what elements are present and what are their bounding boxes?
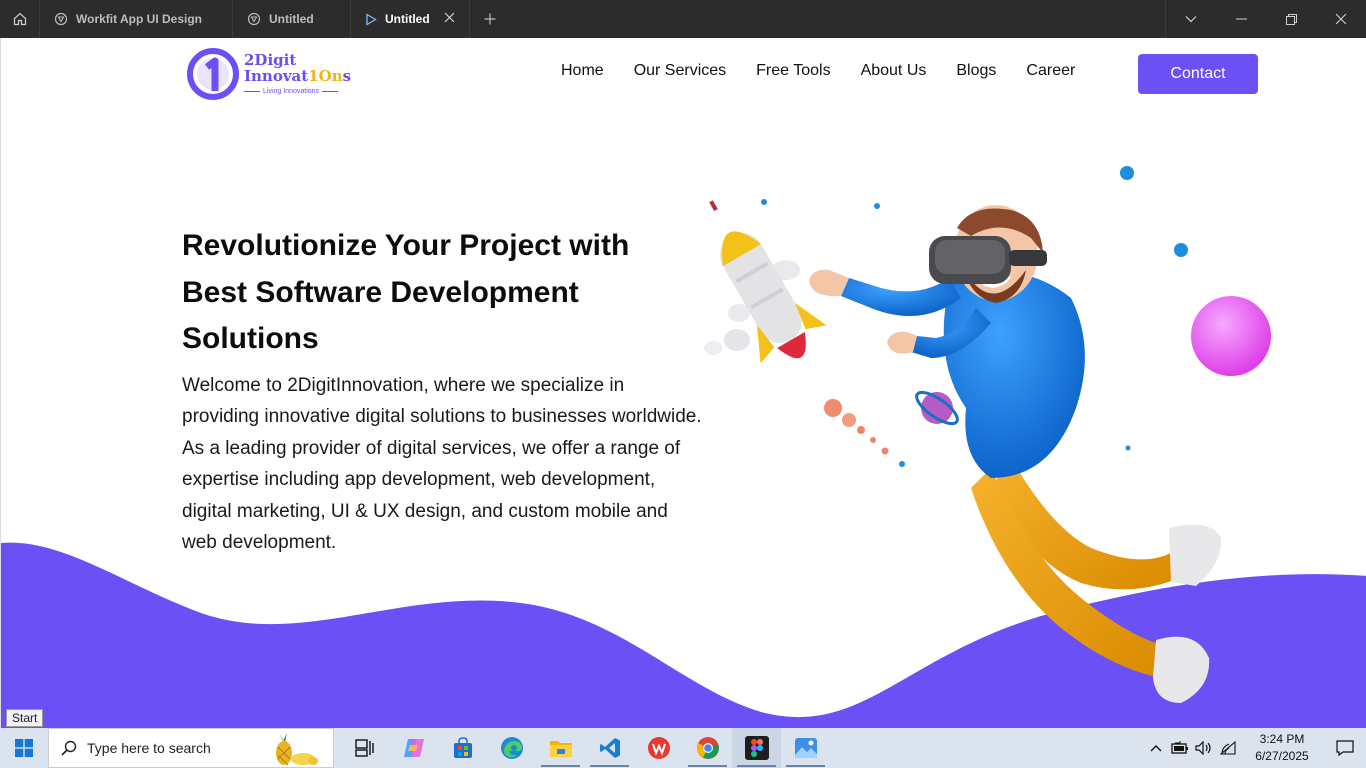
wifi-icon (1220, 741, 1236, 755)
logo-tagline: Living Innovations (244, 88, 351, 95)
notification-icon (1336, 740, 1354, 756)
taskbar-figma[interactable] (732, 728, 781, 768)
taskbar-search-box[interactable]: Type here to search (48, 728, 334, 768)
main-nav: Home Our Services Free Tools About Us Bl… (561, 62, 1075, 80)
speaker-icon (1195, 741, 1211, 755)
copilot-icon (403, 739, 424, 757)
clock-time: 3:24 PM (1259, 732, 1305, 746)
taskbar-copilot[interactable] (389, 728, 438, 768)
restore-button[interactable] (1266, 0, 1316, 38)
tab-label: Workfit App UI Design (76, 12, 202, 26)
prototype-page: 2Digit Innovat1Ons Living Innovations Ho… (0, 38, 1366, 728)
site-logo[interactable]: 2Digit Innovat1Ons Living Innovations (186, 47, 351, 101)
nav-blogs[interactable]: Blogs (956, 62, 996, 80)
clock-date: 6/27/2025 (1255, 749, 1309, 763)
tab-label: Untitled (385, 12, 430, 26)
restore-icon (1285, 13, 1297, 25)
taskbar-file-explorer[interactable] (536, 728, 585, 768)
taskbar-chrome[interactable] (683, 728, 732, 768)
taskbar: Type here to search 3:24 PM 6/27/2025 (0, 728, 1366, 768)
hero-description: Welcome to 2DigitInnovation, where we sp… (182, 375, 702, 554)
tab-workfit[interactable]: Workfit App UI Design (40, 0, 233, 38)
new-tab-button[interactable] (470, 0, 510, 38)
plus-icon (484, 13, 496, 25)
minimize-button[interactable] (1216, 0, 1266, 38)
start-button[interactable] (0, 728, 48, 768)
vr-man-rocket-illustration (704, 166, 1271, 703)
tab-label: Untitled (269, 12, 314, 26)
file-explorer-icon (549, 741, 572, 757)
nav-about-us[interactable]: About Us (861, 62, 927, 80)
wps-icon (647, 737, 670, 759)
task-view-icon (354, 739, 374, 757)
logo-mark-icon (187, 48, 239, 100)
close-icon (1335, 13, 1347, 25)
taskbar-microsoft-store[interactable] (438, 728, 487, 768)
figma-file-icon (247, 12, 261, 26)
figma-file-icon (54, 12, 68, 26)
title-bar: Workfit App UI Design Untitled Untitled (0, 0, 1366, 38)
tray-volume[interactable] (1192, 741, 1216, 755)
tab-untitled-1[interactable]: Untitled (233, 0, 351, 38)
vscode-icon (599, 738, 620, 758)
chevron-up-icon (1150, 745, 1162, 752)
search-icon (61, 740, 77, 756)
photos-icon (794, 738, 817, 758)
logo-text-line1: 2Digit (244, 51, 297, 69)
close-window-button[interactable] (1316, 0, 1366, 38)
edge-icon (500, 737, 523, 759)
windows-logo-icon (15, 739, 33, 757)
tray-network[interactable] (1216, 741, 1240, 755)
nav-home[interactable]: Home (561, 62, 604, 80)
hero-title: Revolutionize Your Project with Best Sof… (182, 229, 630, 355)
nav-our-services[interactable]: Our Services (634, 62, 726, 80)
nav-career[interactable]: Career (1026, 62, 1075, 80)
prototype-play-icon (366, 12, 377, 26)
taskbar-edge[interactable] (487, 728, 536, 768)
chevron-down-icon (1185, 16, 1197, 23)
home-button[interactable] (0, 0, 40, 38)
store-icon (453, 737, 472, 758)
chrome-icon (696, 737, 719, 759)
start-tooltip: Start (6, 709, 44, 727)
taskbar-clock[interactable]: 3:24 PM 6/27/2025 (1240, 731, 1324, 765)
home-icon (13, 12, 26, 26)
contact-button[interactable]: Contact (1138, 54, 1258, 94)
taskbar-task-view[interactable] (340, 728, 389, 768)
notification-center-button[interactable] (1324, 740, 1366, 756)
close-icon (444, 12, 455, 23)
minimize-icon (1235, 18, 1247, 20)
figma-icon (744, 736, 769, 760)
taskbar-photos[interactable] (781, 728, 830, 768)
tab-untitled-2[interactable]: Untitled (351, 0, 470, 38)
search-placeholder: Type here to search (87, 740, 211, 756)
tab-close-button[interactable] (444, 12, 455, 26)
nav-free-tools[interactable]: Free Tools (756, 62, 830, 80)
system-tray: 3:24 PM 6/27/2025 (1144, 728, 1366, 768)
tabs-dropdown-button[interactable] (1166, 0, 1216, 38)
logo-text-line2: Innovat1Ons (244, 67, 352, 85)
battery-icon (1171, 741, 1188, 754)
tray-overflow-button[interactable] (1144, 744, 1168, 752)
taskbar-vscode[interactable] (585, 728, 634, 768)
pineapple-search-highlight-icon (276, 733, 318, 766)
taskbar-wps[interactable] (634, 728, 683, 768)
tray-battery[interactable] (1168, 741, 1192, 755)
